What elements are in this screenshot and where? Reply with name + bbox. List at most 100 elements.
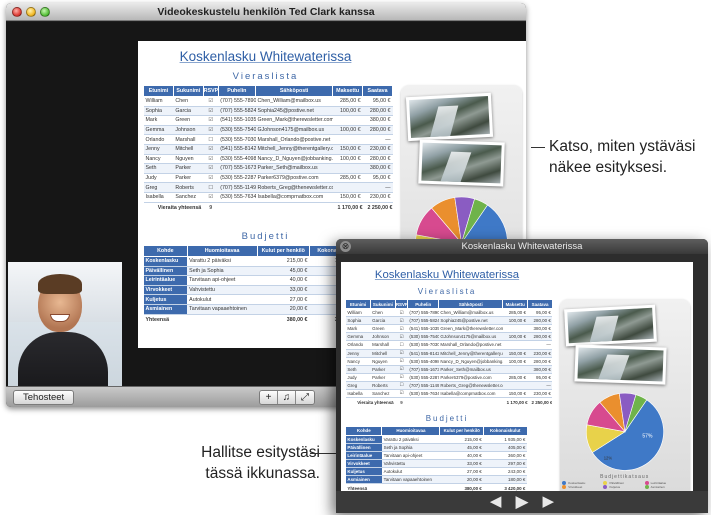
guest-row: Sophia Garcia ☑ (707) 555-5824 Sophia245@pos… xyxy=(345,316,553,326)
guest-total-paid: 1 170,00 € xyxy=(332,201,363,214)
next-slide-icon[interactable]: ▶ xyxy=(543,491,555,513)
guest-cell: Chen xyxy=(370,308,396,318)
guest-cell: ☑ xyxy=(395,357,408,366)
budget-header-cell: Kulut per henkilö xyxy=(256,245,310,257)
guest-cell: 280,00 € xyxy=(362,125,393,136)
guest-cell: 285,00 € xyxy=(332,96,363,107)
guest-cell: (541) 555-8142 xyxy=(218,144,256,155)
guest-cell: (530) 555-2287 xyxy=(218,173,256,184)
budget-cell: 27,00 € xyxy=(257,294,310,305)
guest-row: Mark Green ☑ (541) 555-1035 Green_Mark@there… xyxy=(143,115,393,126)
guest-row: Isabella Sanchez ☑ (530) 555-7634 Isabella@c… xyxy=(143,192,393,203)
guest-cell: ☑ xyxy=(203,106,219,117)
legend-label: Virvokkeet xyxy=(568,485,583,490)
pie-secondary-label: 12% xyxy=(603,455,612,460)
guest-cell: ☑ xyxy=(395,324,408,334)
presenter-window: ⊗ Koskenlasku Whitewaterissa Koskenlasku… xyxy=(336,239,708,513)
add-participant-icon[interactable]: + xyxy=(260,391,278,404)
budget-row: VirvokkeetVahvistettu33,00 €297,00 € xyxy=(143,285,362,296)
guest-cell: 100,00 € xyxy=(332,154,363,165)
guest-cell: 280,00 € xyxy=(362,154,393,165)
guest-cell: GJohnson4175@mailbox.us xyxy=(438,332,503,342)
guest-cell: ☑ xyxy=(203,96,219,107)
guest-header-row: Etunimi Sukunimi RSVP Puhelin Sähköposti Maks… xyxy=(345,298,553,310)
guest-cell: ☑ xyxy=(395,332,408,342)
guest-cell: (707) 555-7890 xyxy=(407,308,439,318)
guest-cell: ☑ xyxy=(203,154,219,165)
titlebar: Videokeskustelu henkilön Ted Clark kanss… xyxy=(6,3,526,21)
guest-cell: Parker_Seth@mailbox.us xyxy=(438,365,503,374)
guest-cell: ☐ xyxy=(203,134,219,145)
guest-row: Gemma Johnson ☑ (530) 555-7540 GJohnson4175@… xyxy=(345,332,553,342)
guest-header-cell: Puhelin xyxy=(217,85,257,97)
guest-header-cell: Etunimi xyxy=(345,298,371,310)
budget-table: KohdeHuomioitavaaKulut per henkilöKokona… xyxy=(143,245,363,326)
budget-cell: Virvokkeet xyxy=(143,285,188,296)
budget-cell: 33,00 € xyxy=(257,285,310,296)
guest-cell: 230,00 € xyxy=(527,389,553,398)
guest-cell: Green xyxy=(173,115,204,126)
effects-button[interactable]: Tehosteet xyxy=(13,390,75,405)
budget-cell: 215,00 € xyxy=(439,435,484,445)
guest-cell: Roberts xyxy=(370,381,396,390)
callout-top: Katso, miten ystäväsi näkee esityksesi. xyxy=(549,136,709,178)
guest-total-label: Vieraita yhteensä xyxy=(345,396,396,407)
guest-row: Sophia Garcia ☑ (707) 555-5824 Sophia245@pos… xyxy=(143,106,393,117)
guest-row: Jenny Mitchell ☑ (541) 555-8142 Mitchell_Jen… xyxy=(345,349,553,358)
budget-cell: 20,00 € xyxy=(439,475,484,485)
budget-row: PäivällinenSeth ja Sophia45,00 €405,00 € xyxy=(143,266,362,277)
guest-cell: — xyxy=(527,381,553,390)
guest-cell: (530) 555-7540 xyxy=(407,332,439,342)
guest-cell: Chen xyxy=(173,96,204,107)
mute-icon[interactable]: ♫ xyxy=(278,391,296,404)
fullscreen-icon[interactable]: ⤢ xyxy=(296,391,314,404)
guest-section-title: Vieraslista xyxy=(417,287,477,297)
guest-row: Greg Roberts ☐ (707) 555-1149 Roberts_Greg@t… xyxy=(345,381,553,390)
guest-cell: Judy xyxy=(143,173,174,184)
guest-cell: 380,00 € xyxy=(527,365,553,374)
guest-cell: 95,00 € xyxy=(362,173,393,184)
guest-cell: 150,00 € xyxy=(332,192,363,203)
play-icon[interactable]: ▶ xyxy=(515,491,528,513)
guest-cell: 280,00 € xyxy=(527,332,553,342)
budget-header-row: KohdeHuomioitavaaKulut per henkilöKokona… xyxy=(143,245,363,257)
guest-header-cell: Etunimi xyxy=(143,85,174,97)
guest-header-cell: Saatava xyxy=(362,85,393,97)
guest-cell: (707) 555-5824 xyxy=(218,106,256,117)
guest-cell xyxy=(502,324,528,334)
guest-cell: William xyxy=(143,96,174,107)
guest-cell: (707) 555-1673 xyxy=(407,365,439,374)
guest-cell: (530) 555-7030 xyxy=(407,340,439,350)
guest-cell: (541) 555-1035 xyxy=(407,324,439,334)
guest-total-label: Vieraita yhteensä xyxy=(143,201,204,214)
budget-cell: 215,00 € xyxy=(257,256,310,267)
guest-cell: Roberts_Greg@thenewsletter.com xyxy=(255,182,333,193)
guest-cell: Sophia245@postive.net xyxy=(255,106,333,117)
guest-cell: Parker_Seth@mailbox.us xyxy=(255,163,333,174)
window-title: Videokeskustelu henkilön Ted Clark kanss… xyxy=(157,6,375,18)
budget-total-per-person: 380,00 € xyxy=(257,313,310,326)
budget-row: LeirintäalueTarvitaan api-ohjeet40,00 €3… xyxy=(143,275,362,286)
guest-total-due: 2 250,00 € xyxy=(362,201,393,214)
previous-slide-icon[interactable]: ◀ xyxy=(490,491,502,513)
budget-cell: Tarvitaan api-ohjeet xyxy=(187,275,257,286)
guest-cell: Jenny xyxy=(143,144,174,155)
callout-bottom: Hallitse esitystäsi tässä ikkunassa. xyxy=(160,442,320,484)
budget-total-label: Yhteensä xyxy=(143,313,257,326)
guest-cell: (530) 555-7540 xyxy=(218,125,256,136)
budget-row: LeirintäalueTarvitaan api-ohjeet40,00 €3… xyxy=(345,451,527,461)
budget-cell: Virvokkeet xyxy=(345,459,382,469)
guest-cell: 150,00 € xyxy=(502,349,528,358)
legend-swatch xyxy=(603,485,608,490)
guest-cell: Chen_William@mailbox.us xyxy=(438,308,503,318)
guest-cell: Greg xyxy=(143,182,174,193)
guest-header-cell: Saatava xyxy=(527,298,553,310)
self-camera-preview[interactable] xyxy=(8,262,122,402)
budget-cell: 243,00 € xyxy=(483,467,527,477)
guest-cell: Chen_William@mailbox.us xyxy=(255,96,333,107)
pie-legend: Koskenlasku Päivällinen Leirintäalue Virvok… xyxy=(562,481,687,490)
budget-cell: 27,00 € xyxy=(439,467,484,477)
guest-cell: William xyxy=(345,308,371,318)
callout-line-bottom xyxy=(310,453,336,454)
legend-swatch xyxy=(644,485,649,490)
